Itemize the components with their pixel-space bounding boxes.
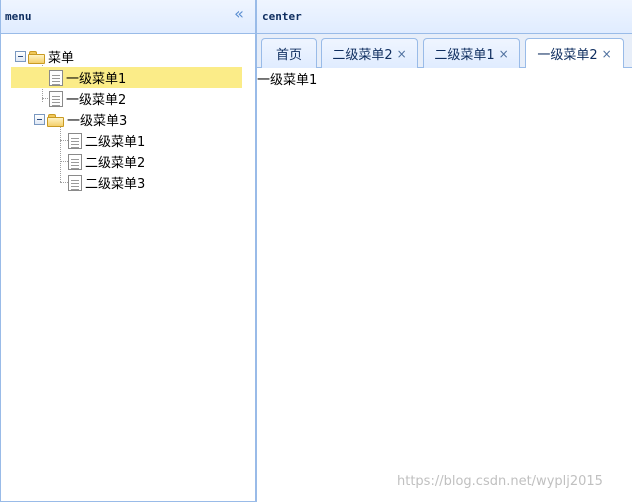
tree-node-root[interactable]: 菜单 bbox=[15, 46, 235, 67]
close-icon[interactable]: × bbox=[397, 47, 407, 61]
close-icon[interactable]: × bbox=[499, 47, 509, 61]
tab-label: 一级菜单2 bbox=[537, 48, 598, 63]
file-icon bbox=[68, 174, 82, 191]
file-icon bbox=[68, 132, 82, 149]
close-icon[interactable]: × bbox=[602, 47, 612, 61]
collapse-toggle-icon[interactable] bbox=[15, 51, 26, 62]
collapse-toggle-icon[interactable] bbox=[34, 114, 45, 125]
file-icon bbox=[49, 90, 63, 107]
tree-node-label: 二级菜单2 bbox=[85, 156, 146, 171]
watermark-text: https://blog.csdn.net/wyplj2015 bbox=[397, 474, 603, 489]
tree-node-child-1[interactable]: 二级菜单1 bbox=[68, 130, 238, 151]
tree-node-label: 二级菜单1 bbox=[85, 135, 146, 150]
tree-node-item-3[interactable]: 一级菜单3 bbox=[34, 109, 234, 130]
tab-submenu-1[interactable]: 二级菜单1 × bbox=[423, 38, 520, 68]
tree-node-label: 二级菜单3 bbox=[85, 177, 146, 192]
tree-node-item-1[interactable]: 一级菜单1 bbox=[11, 67, 242, 88]
tab-label: 首页 bbox=[275, 48, 302, 63]
west-panel-header: menu « bbox=[1, 0, 255, 34]
tree-node-child-2[interactable]: 二级菜单2 bbox=[68, 151, 238, 172]
double-chevron-left-icon[interactable]: « bbox=[231, 6, 247, 22]
tree-node-child-3[interactable]: 二级菜单3 bbox=[68, 172, 238, 193]
center-panel-header: center bbox=[257, 0, 632, 34]
tab-menu-2[interactable]: 一级菜单2 × bbox=[525, 38, 624, 68]
file-icon bbox=[68, 153, 82, 170]
tree-node-label: 菜单 bbox=[48, 51, 75, 66]
folder-open-icon bbox=[28, 50, 46, 64]
tab-submenu-2[interactable]: 二级菜单2 × bbox=[321, 38, 418, 68]
tab-home[interactable]: 首页 bbox=[261, 38, 317, 68]
tree-node-label: 一级菜单2 bbox=[66, 93, 127, 108]
folder-open-icon bbox=[47, 113, 65, 127]
west-panel-title: menu bbox=[5, 10, 32, 23]
center-panel: center 首页 二级菜单2 × 二级菜单1 × 一级菜单2 × 一级菜单1 bbox=[255, 0, 632, 502]
tab-label: 二级菜单1 bbox=[434, 48, 495, 63]
tree-node-label: 一级菜单3 bbox=[67, 114, 128, 129]
west-panel: menu « 菜单 一级菜单1 一级菜单2 一级菜单3 二级菜单1 二级菜单2 … bbox=[0, 0, 256, 502]
tab-label: 二级菜单2 bbox=[332, 48, 393, 63]
tree-node-label: 一级菜单1 bbox=[66, 72, 127, 87]
center-panel-title: center bbox=[262, 10, 302, 23]
menu-tree: 菜单 一级菜单1 一级菜单2 一级菜单3 二级菜单1 二级菜单2 二级菜单3 bbox=[1, 34, 255, 501]
tabs-bar: 首页 二级菜单2 × 二级菜单1 × 一级菜单2 × bbox=[257, 34, 632, 68]
tree-node-item-2[interactable]: 一级菜单2 bbox=[49, 88, 239, 109]
tab-content-text: 一级菜单1 bbox=[257, 73, 318, 88]
file-icon bbox=[49, 69, 63, 86]
